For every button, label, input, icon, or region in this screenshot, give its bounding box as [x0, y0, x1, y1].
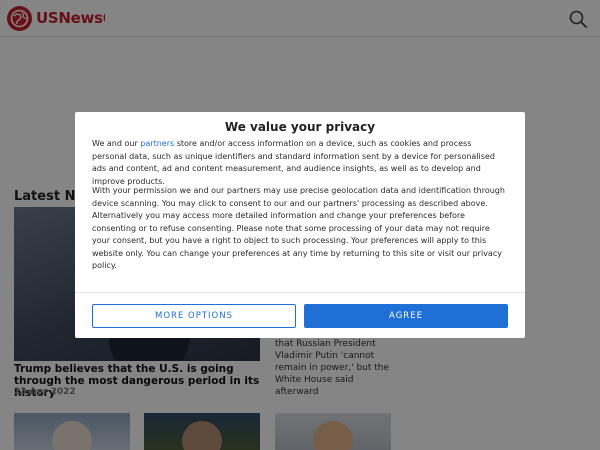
consent-paragraph-2: With your permission we and our partners… — [92, 186, 505, 270]
more-options-button[interactable]: MORE OPTIONS — [92, 304, 296, 328]
consent-text: We and our — [92, 139, 141, 148]
dialog-title: We value your privacy — [224, 120, 376, 134]
consent-paragraph-1: We and our partners store and/or access … — [92, 138, 508, 188]
privacy-consent-dialog: We value your privacy We and our partner… — [75, 112, 525, 338]
divider — [75, 292, 525, 293]
partners-link[interactable]: partners — [140, 139, 174, 148]
agree-button[interactable]: AGREE — [304, 304, 508, 328]
